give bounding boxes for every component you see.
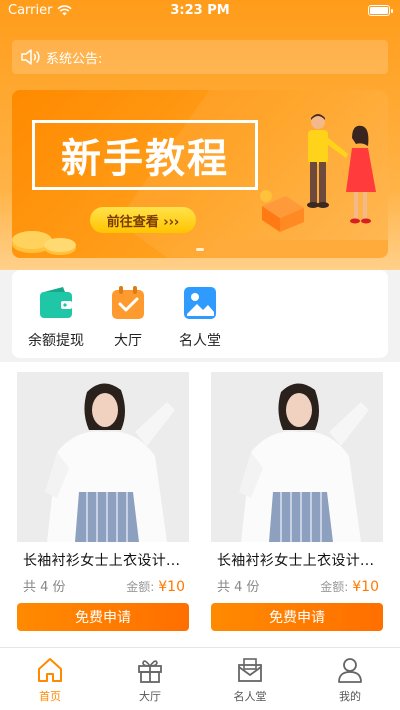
banner-title-frame: 新手教程	[32, 120, 258, 190]
status-time: 3:23 PM	[170, 3, 230, 18]
product-count: 共 4 份	[217, 580, 260, 595]
tutorial-banner[interactable]: 新手教程 前往查看 ›››	[12, 90, 388, 258]
menu-hall-of-fame-label: 名人堂	[179, 333, 221, 349]
price-label: 金额:	[126, 580, 155, 594]
tab-hall-of-fame-label: 名人堂	[233, 690, 267, 703]
image-icon	[184, 287, 216, 319]
user-icon	[338, 658, 362, 683]
banner-title: 新手教程	[61, 136, 229, 182]
tab-mine[interactable]: 我的	[300, 656, 400, 704]
gift-box-decoration	[260, 190, 304, 232]
menu-withdraw[interactable]: 余额提现	[16, 286, 96, 350]
product-image[interactable]	[17, 372, 189, 542]
bottom-tab-bar: 首页 大厅 名人堂 我的	[0, 647, 400, 710]
banner-page-indicator	[196, 248, 204, 251]
product-image[interactable]	[211, 372, 383, 542]
tab-hall-of-fame[interactable]: 名人堂	[200, 656, 300, 704]
menu-hall-label: 大厅	[114, 333, 142, 349]
gift-icon	[138, 660, 162, 683]
product-price: ¥10	[352, 579, 379, 595]
tab-home[interactable]: 首页	[0, 656, 100, 704]
menu-withdraw-label: 余额提现	[28, 333, 84, 349]
system-notice-bar[interactable]: 系统公告:	[12, 40, 388, 74]
mail-icon	[238, 658, 262, 682]
battery-icon	[368, 5, 393, 16]
menu-hall-of-fame[interactable]: 名人堂	[160, 286, 240, 350]
price-label: 金额:	[320, 580, 349, 594]
notice-label: 系统公告:	[46, 51, 103, 67]
wallet-icon	[40, 287, 72, 318]
status-bar: Carrier 3:23 PM	[0, 0, 400, 22]
product-list: 长袖衬衫女士上衣设计... 共 4 份 金额: ¥10 免费申请 长袖衬衫女士上衣…	[0, 362, 400, 647]
free-apply-button[interactable]: 免费申请	[211, 603, 383, 631]
tab-hall[interactable]: 大厅	[100, 656, 200, 704]
product-price: ¥10	[158, 579, 185, 595]
calendar-check-icon	[112, 286, 144, 319]
tab-hall-label: 大厅	[139, 690, 161, 703]
product-title: 长袖衬衫女士上衣设计...	[217, 553, 375, 569]
product-title: 长袖衬衫女士上衣设计...	[23, 553, 181, 569]
quick-menu: 余额提现 大厅 名人堂	[12, 270, 388, 358]
product-card[interactable]: 长袖衬衫女士上衣设计... 共 4 份 金额: ¥10 免费申请	[211, 372, 383, 631]
coins-decoration	[12, 231, 76, 255]
banner-view-button[interactable]: 前往查看 ›››	[90, 207, 196, 233]
product-count: 共 4 份	[23, 580, 66, 595]
menu-hall[interactable]: 大厅	[88, 286, 168, 350]
tab-mine-label: 我的	[339, 690, 361, 703]
speaker-icon	[21, 49, 40, 65]
home-icon	[38, 658, 62, 682]
tab-home-label: 首页	[39, 690, 61, 703]
product-card[interactable]: 长袖衬衫女士上衣设计... 共 4 份 金额: ¥10 免费申请	[17, 372, 189, 631]
free-apply-button[interactable]: 免费申请	[17, 603, 189, 631]
